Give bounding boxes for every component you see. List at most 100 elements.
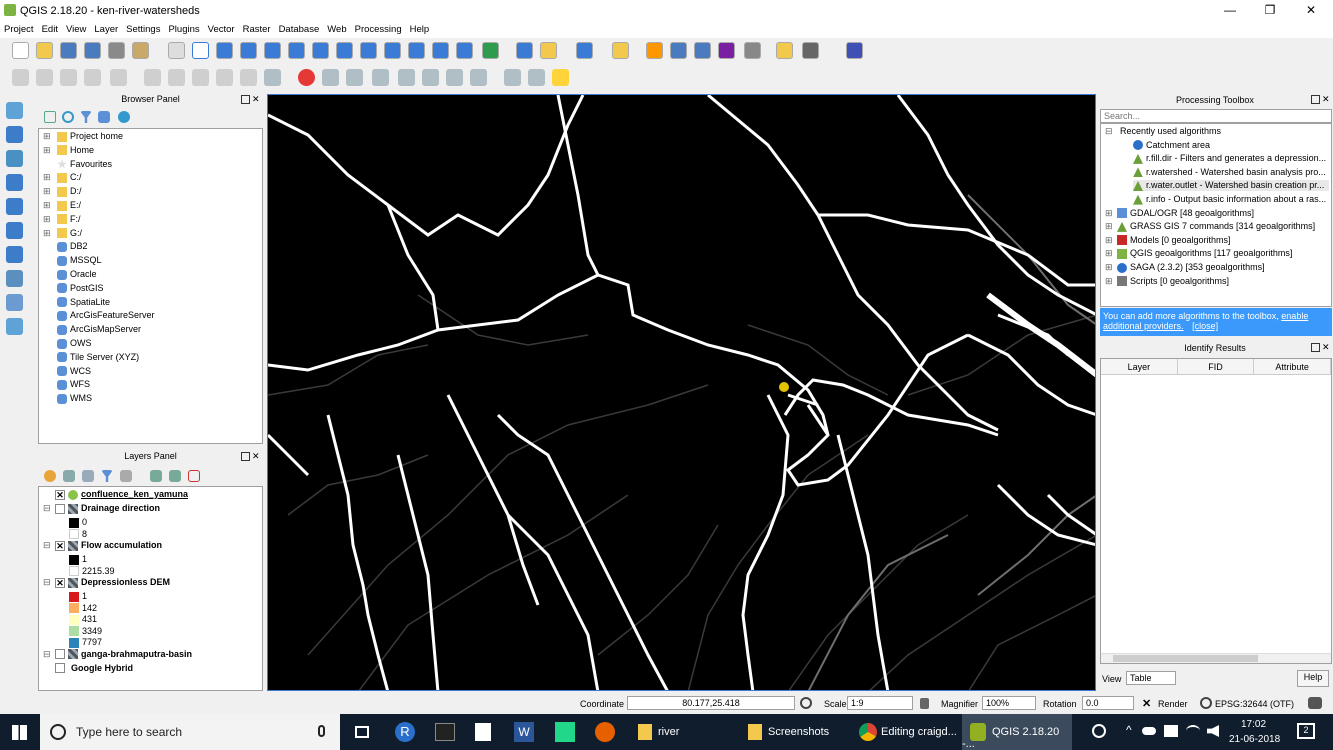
zoom-next-icon[interactable]	[408, 42, 425, 59]
expand-icon[interactable]: ⊟	[43, 649, 55, 660]
expand-icon[interactable]: ⊟	[43, 577, 55, 588]
label-rotate-icon[interactable]	[398, 69, 415, 86]
provider-item[interactable]: ⊞ QGIS geoalgorithms [117 geoalgorithms]	[1105, 248, 1292, 260]
expand-all-icon[interactable]	[150, 470, 162, 482]
info-close-link[interactable]: [close]	[1192, 321, 1218, 331]
microphone-icon[interactable]	[318, 725, 325, 737]
expand-icon[interactable]: ⊟	[43, 540, 55, 551]
browser-item[interactable]: ⊞ Home	[43, 145, 94, 156]
people-icon[interactable]	[1092, 724, 1106, 738]
provider-item[interactable]: ⊞ Scripts [0 geoalgorithms]	[1105, 276, 1229, 287]
expand-icon[interactable]: ⊞	[1105, 262, 1117, 273]
clock-date[interactable]: 21-06-2018	[1229, 734, 1280, 745]
view-select[interactable]: Table	[1126, 671, 1176, 685]
pycharm-icon[interactable]	[555, 722, 575, 742]
toolbox-search-input[interactable]	[1100, 109, 1332, 123]
cloud-icon[interactable]	[1142, 727, 1156, 735]
zoom-out-icon[interactable]	[264, 42, 281, 59]
identify-icon[interactable]	[516, 42, 533, 59]
browser-item[interactable]: ⊞ D:/	[43, 186, 82, 197]
scale-field[interactable]: 1:9	[847, 696, 913, 710]
provider-item[interactable]: ⊟ Recently used algorithms	[1105, 126, 1221, 137]
expand-icon[interactable]: ⊞	[1105, 208, 1117, 219]
maximize-button[interactable]: ❐	[1255, 3, 1285, 19]
sum-icon[interactable]	[718, 42, 735, 59]
windows-start-icon[interactable]	[12, 725, 27, 740]
browser-close-icon[interactable]: ✕	[252, 94, 260, 105]
algorithm-item[interactable]: Catchment area	[1133, 140, 1210, 151]
provider-item[interactable]: ⊞ GRASS GIS 7 commands [314 geoalgorithms…	[1105, 221, 1315, 232]
expand-icon[interactable]: ⊞	[1105, 221, 1117, 232]
wms-icon[interactable]	[470, 69, 487, 86]
menu-web[interactable]: Web	[323, 22, 350, 35]
menu-help[interactable]: Help	[406, 22, 434, 35]
layer-item[interactable]: ✕ confluence_ken_yamuna	[43, 489, 188, 500]
expand-icon[interactable]: ⊞	[43, 186, 57, 197]
browser-item[interactable]: WFS	[43, 379, 90, 391]
expand-icon[interactable]: ⊞	[1105, 248, 1117, 259]
taskbar-app-river[interactable]: river	[632, 714, 732, 750]
zoom-in-icon[interactable]	[240, 42, 257, 59]
show-hidden-icons[interactable]: ^	[1126, 723, 1132, 737]
browser-item[interactable]: ⊞ F:/	[43, 214, 81, 225]
layer-item[interactable]: ⊟ ✕ Flow accumulation	[43, 540, 162, 551]
browser-item[interactable]: ArcGisMapServer	[43, 324, 141, 335]
browser-item[interactable]: OWS	[43, 338, 92, 349]
paste-features-icon[interactable]	[240, 69, 257, 86]
menu-database[interactable]: Database	[275, 22, 324, 35]
pan-icon[interactable]	[192, 42, 209, 59]
confluence-point[interactable]	[779, 382, 789, 392]
messages-icon[interactable]	[1308, 697, 1322, 709]
cut-features-icon[interactable]	[192, 69, 209, 86]
filter-icon[interactable]	[80, 111, 92, 123]
notification-icon[interactable]: 2	[1297, 723, 1315, 739]
terminal-icon[interactable]	[435, 723, 455, 741]
browser-item[interactable]: SpatiaLite	[43, 297, 110, 308]
expand-icon[interactable]: ⊟	[43, 503, 55, 514]
browser-item[interactable]: Tile Server (XYZ)	[43, 352, 139, 363]
csw-icon[interactable]	[528, 69, 545, 86]
browser-item[interactable]: WCS	[43, 366, 91, 377]
layer-visibility-checkbox[interactable]: ✕	[55, 577, 65, 588]
menu-settings[interactable]: Settings	[122, 22, 164, 35]
globe-icon[interactable]	[1200, 697, 1212, 709]
browser-item[interactable]: ⊞ C:/	[43, 172, 82, 184]
algorithm-item[interactable]: r.info - Output basic information about …	[1133, 194, 1326, 205]
menu-raster[interactable]: Raster	[239, 22, 275, 35]
menu-processing[interactable]: Processing	[351, 22, 406, 35]
render-check[interactable]: ✕	[1142, 697, 1151, 710]
column-header[interactable]: FID	[1178, 359, 1255, 374]
expand-icon[interactable]: ⊞	[43, 214, 57, 225]
notepad-icon[interactable]	[475, 723, 491, 741]
layer-visibility-checkbox[interactable]: ✕	[55, 540, 65, 551]
wfs-icon[interactable]	[504, 69, 521, 86]
browser-item[interactable]: Oracle	[43, 269, 97, 280]
layer-item[interactable]: ⊟ Drainage direction	[43, 503, 160, 514]
delete-selected-icon[interactable]	[168, 69, 185, 86]
algorithm-item[interactable]: r.fill.dir - Filters and generates a dep…	[1133, 153, 1326, 164]
taskbar-app-qgis[interactable]: QGIS 2.18.20 -...	[962, 714, 1072, 750]
menu-project[interactable]: Project	[0, 22, 38, 35]
pan-to-selection-icon[interactable]	[216, 42, 233, 59]
menu-view[interactable]: View	[62, 22, 90, 35]
column-header[interactable]: Attribute	[1254, 359, 1332, 374]
browser-item[interactable]: ArcGisFeatureServer	[43, 310, 155, 322]
toolbox-close-icon[interactable]: ✕	[1322, 94, 1330, 105]
expand-icon[interactable]: ⊞	[1105, 276, 1117, 287]
scroll-thumb[interactable]	[1113, 655, 1258, 662]
statistics-icon[interactable]	[694, 42, 711, 59]
browser-item[interactable]: ⊞ Project home	[43, 131, 123, 142]
add-wfs-icon[interactable]	[6, 246, 23, 263]
label-icon[interactable]	[264, 69, 281, 86]
refresh-icon[interactable]	[482, 42, 499, 59]
pencil-icon[interactable]	[36, 69, 53, 86]
help-icon[interactable]	[846, 42, 863, 59]
select-icon[interactable]	[576, 42, 593, 59]
deselect-icon[interactable]	[612, 42, 629, 59]
label-move-icon[interactable]	[372, 69, 389, 86]
add-wcs-icon[interactable]	[6, 222, 23, 239]
browser-item[interactable]: MSSQL	[43, 255, 102, 266]
label-style-icon[interactable]	[446, 69, 463, 86]
taskbar-search-box[interactable]: Type here to search	[40, 714, 340, 750]
help-button[interactable]: Help	[1297, 670, 1329, 687]
